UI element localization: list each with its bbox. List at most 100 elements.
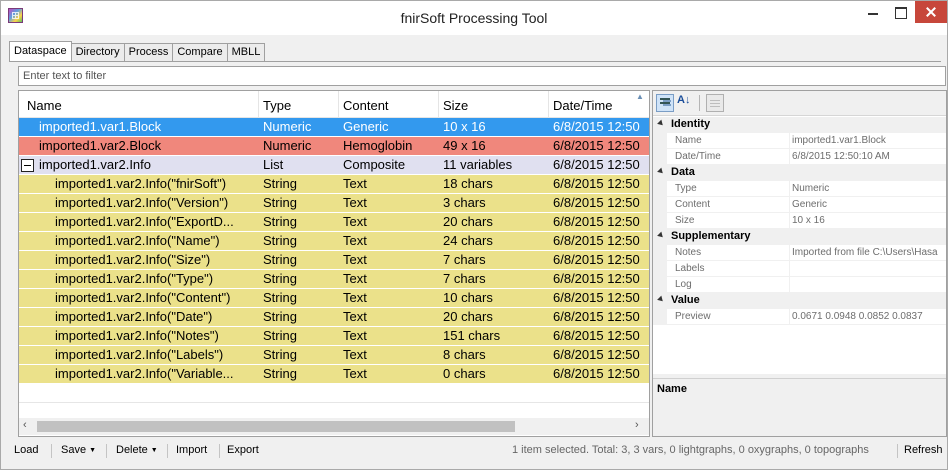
property-row[interactable]: Type Numeric — [653, 181, 946, 197]
property-row[interactable]: Content Generic — [653, 197, 946, 213]
property-category-label: Data — [671, 166, 695, 178]
column-header-size[interactable]: Size — [443, 91, 468, 118]
property-value[interactable]: Numeric — [792, 183, 946, 194]
scrollbar-thumb[interactable] — [37, 421, 515, 432]
tab-process[interactable]: Process — [123, 43, 174, 62]
table-row[interactable]: imported1.var2.Info("ExportD... String Tex… — [19, 213, 649, 232]
table-row[interactable]: imported1.var2.Info List Composite 11 varia… — [19, 156, 649, 175]
property-row[interactable]: Date/Time 6/8/2015 12:50:10 AM — [653, 149, 946, 165]
property-pages-icon[interactable] — [706, 94, 724, 112]
property-divider[interactable] — [789, 149, 790, 165]
cell-datetime: 6/8/2015 12:50 — [553, 252, 640, 267]
table-row[interactable]: imported1.var2.Info("Variable... String Te… — [19, 365, 649, 384]
property-value[interactable]: Generic — [792, 199, 946, 210]
export-button[interactable]: Export — [227, 444, 259, 456]
table-row[interactable]: imported1.var2.Info("Labels") String Text 8… — [19, 346, 649, 365]
expand-triangle-icon[interactable] — [657, 231, 665, 240]
cell-datetime: 6/8/2015 12:50 — [553, 290, 640, 305]
column-header-name[interactable]: Name — [27, 91, 62, 118]
tab-dataspace[interactable]: Dataspace — [9, 41, 72, 62]
column-header-content[interactable]: Content — [343, 91, 389, 118]
cell-content: Text — [343, 366, 367, 381]
table-row[interactable]: imported1.var2.Info("Date") String Text 20 … — [19, 308, 649, 327]
cell-size: 11 variables — [443, 157, 513, 172]
table-row[interactable]: imported1.var2.Info("Type") String Text 7 c… — [19, 270, 649, 289]
property-row[interactable]: Log — [653, 277, 946, 293]
property-value[interactable]: imported1.var1.Block — [792, 135, 946, 146]
property-row[interactable]: Size 10 x 16 — [653, 213, 946, 229]
cell-size: 3 chars — [443, 195, 486, 210]
refresh-button[interactable]: Refresh — [904, 444, 943, 456]
column-divider[interactable] — [258, 91, 259, 118]
filter-box — [18, 66, 946, 86]
property-category[interactable]: Value — [653, 293, 946, 309]
property-value[interactable]: 0.0671 0.0948 0.0852 0.0837 — [792, 311, 946, 322]
property-divider[interactable] — [789, 213, 790, 229]
property-row[interactable]: Preview 0.0671 0.0948 0.0852 0.0837 — [653, 309, 946, 325]
tab-mbll[interactable]: MBLL — [226, 43, 266, 62]
column-header-datetime[interactable]: Date/Time — [553, 91, 612, 118]
cell-name: imported1.var2.Info("Content") — [55, 290, 231, 305]
collapse-icon[interactable] — [21, 159, 34, 172]
tab-directory[interactable]: Directory — [70, 43, 125, 62]
property-value[interactable]: Imported from file C:\Users\Hasa — [792, 247, 946, 258]
toolbar-separator — [106, 444, 107, 458]
property-category[interactable]: Supplementary — [653, 229, 946, 245]
sort-ascending-icon: ▲ — [636, 92, 644, 101]
column-divider[interactable] — [438, 91, 439, 118]
expand-triangle-icon[interactable] — [657, 295, 665, 304]
table-row[interactable]: imported1.var2.Info("Content") String Text… — [19, 289, 649, 308]
filter-input[interactable] — [19, 67, 945, 85]
table-row[interactable]: imported1.var2.Info("Notes") String Text 15… — [19, 327, 649, 346]
title-bar: fnirSoft Processing Tool — [1, 1, 947, 35]
property-row[interactable]: Name imported1.var1.Block — [653, 133, 946, 149]
expand-triangle-icon[interactable] — [657, 119, 665, 128]
cell-datetime: 6/8/2015 12:50 — [553, 328, 640, 343]
horizontal-scrollbar[interactable]: ‹ › — [19, 418, 649, 435]
column-divider[interactable] — [548, 91, 549, 118]
property-row[interactable]: Notes Imported from file C:\Users\Hasa — [653, 245, 946, 261]
table-row[interactable]: imported1.var2.Info("fnirSoft") String Tex… — [19, 175, 649, 194]
close-button[interactable] — [915, 1, 947, 23]
cell-datetime: 6/8/2015 12:50 — [553, 233, 640, 248]
table-row[interactable]: imported1.var2.Info("Size") String Text 7 c… — [19, 251, 649, 270]
property-value[interactable]: 6/8/2015 12:50:10 AM — [792, 151, 946, 162]
chevron-down-icon: ▼ — [150, 447, 158, 454]
cell-size: 10 chars — [443, 290, 493, 305]
load-button[interactable]: Load — [14, 444, 38, 456]
scroll-right-icon[interactable]: › — [635, 419, 639, 431]
cell-size: 49 x 16 — [443, 138, 486, 153]
window-title: fnirSoft Processing Tool — [400, 10, 548, 26]
property-divider[interactable] — [789, 261, 790, 277]
cell-name: imported1.var2.Info("ExportD... — [55, 214, 234, 229]
expand-triangle-icon[interactable] — [657, 167, 665, 176]
save-button[interactable]: Save ▼ — [61, 444, 96, 456]
categorized-view-icon[interactable] — [656, 94, 674, 112]
import-button[interactable]: Import — [176, 444, 207, 456]
property-divider[interactable] — [789, 133, 790, 149]
property-row[interactable]: Labels — [653, 261, 946, 277]
property-category[interactable]: Identity — [653, 117, 946, 133]
property-divider[interactable] — [789, 197, 790, 213]
table-row[interactable]: imported1.var2.Info("Version") String Text… — [19, 194, 649, 213]
tab-compare[interactable]: Compare — [172, 43, 228, 62]
maximize-button[interactable] — [887, 1, 915, 23]
column-divider[interactable] — [338, 91, 339, 118]
scroll-left-icon[interactable]: ‹ — [23, 419, 27, 431]
column-header-type[interactable]: Type — [263, 91, 291, 118]
cell-name: imported1.var2.Info("Date") — [55, 309, 213, 324]
table-row[interactable]: imported1.var2.Block Numeric Hemoglobin 49 … — [19, 137, 649, 156]
property-value[interactable]: 10 x 16 — [792, 215, 946, 226]
property-category[interactable]: Data — [653, 165, 946, 181]
table-row[interactable]: imported1.var1.Block Numeric Generic 10 x 1… — [19, 118, 649, 137]
property-grid: A↓ Identity Name imported1.var1.Block Date/… — [652, 90, 947, 437]
delete-button[interactable]: Delete ▼ — [116, 444, 158, 456]
table-row[interactable]: imported1.var2.Info("Name") String Text 24 … — [19, 232, 649, 251]
minimize-button[interactable] — [859, 1, 887, 23]
sort-alphabetical-icon[interactable]: A↓ — [677, 94, 695, 112]
property-divider[interactable] — [789, 277, 790, 293]
property-divider[interactable] — [789, 309, 790, 325]
property-divider[interactable] — [789, 181, 790, 197]
cell-datetime: 6/8/2015 12:50 — [553, 366, 640, 381]
property-divider[interactable] — [789, 245, 790, 261]
